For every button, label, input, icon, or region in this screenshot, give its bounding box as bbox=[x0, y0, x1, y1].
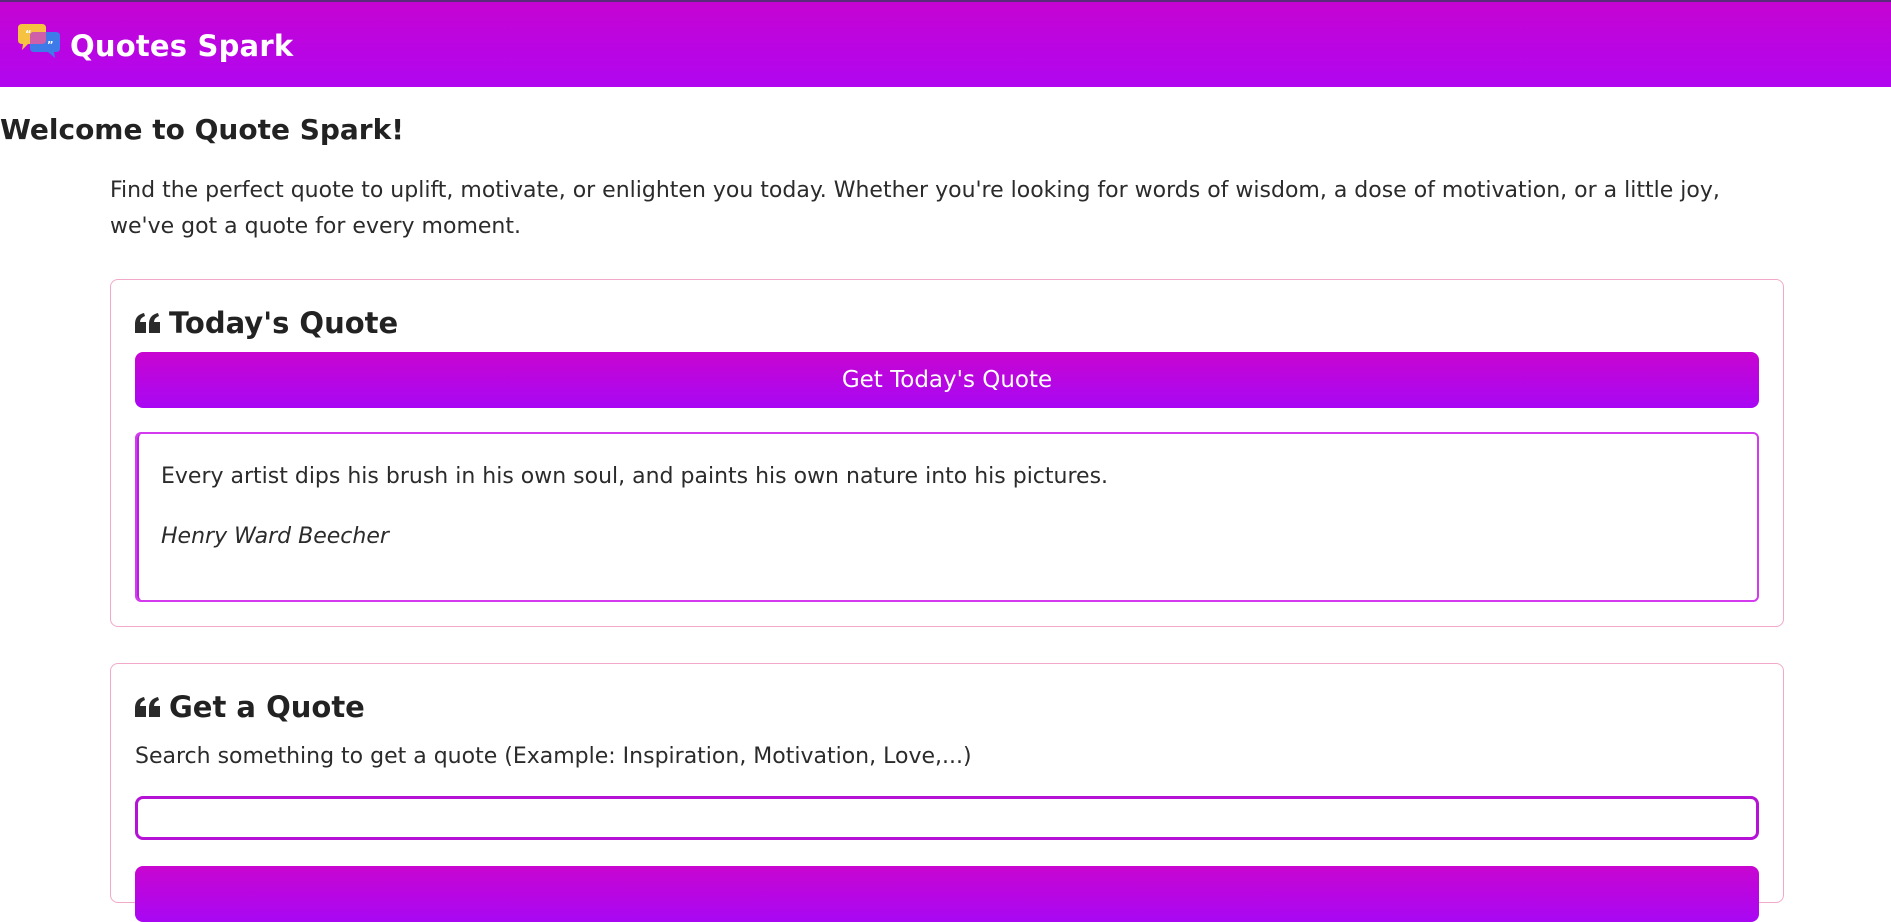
search-hint: Search something to get a quote (Example… bbox=[135, 744, 972, 769]
quote-author: Henry Ward Beecher bbox=[161, 524, 389, 549]
search-quote-button[interactable] bbox=[135, 866, 1759, 922]
svg-text:“: “ bbox=[25, 29, 32, 40]
get-todays-quote-button[interactable]: Get Today's Quote bbox=[135, 352, 1759, 408]
get-a-quote-header: Get a Quote bbox=[135, 690, 365, 724]
get-a-quote-title: Get a Quote bbox=[169, 690, 365, 724]
quote-left-icon bbox=[135, 696, 161, 718]
navbar: “ ” Quotes Spark bbox=[0, 2, 1891, 87]
welcome-heading: Welcome to Quote Spark! bbox=[0, 113, 404, 146]
speech-bubbles-icon[interactable]: “ ” bbox=[16, 24, 62, 62]
get-a-quote-card: Get a Quote Search something to get a qu… bbox=[110, 663, 1784, 922]
quote-text: Every artist dips his brush in his own s… bbox=[161, 464, 1109, 489]
quote-display: Every artist dips his brush in his own s… bbox=[135, 432, 1759, 602]
todays-quote-title: Today's Quote bbox=[169, 306, 399, 340]
todays-quote-header: Today's Quote bbox=[135, 306, 398, 340]
todays-quote-card: Today's Quote Get Today's Quote Every ar… bbox=[110, 279, 1784, 627]
search-input[interactable] bbox=[135, 796, 1759, 840]
intro-paragraph: Find the perfect quote to uplift, motiva… bbox=[110, 178, 1720, 239]
brand-title[interactable]: Quotes Spark bbox=[70, 29, 293, 63]
quote-left-icon bbox=[135, 312, 161, 334]
svg-text:”: ” bbox=[47, 40, 54, 51]
